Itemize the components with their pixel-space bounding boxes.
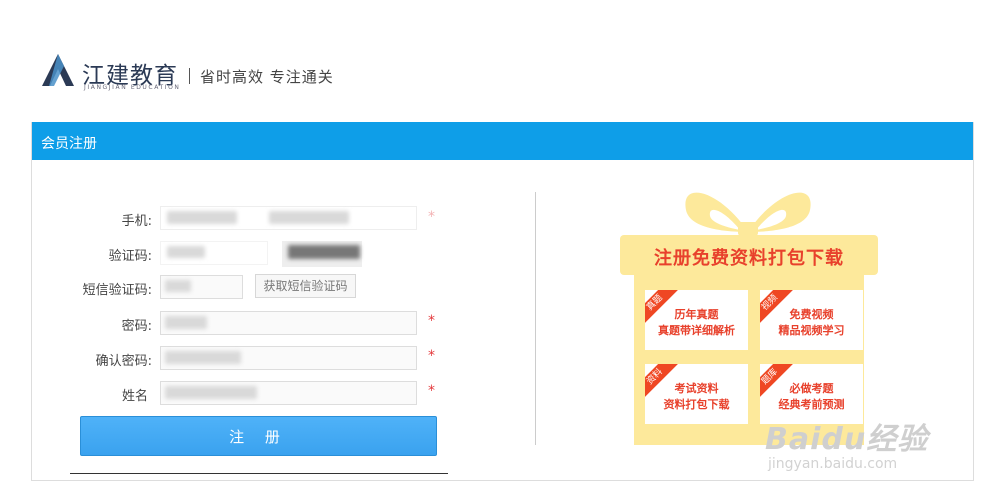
redacted-text [167, 211, 237, 224]
captcha-image-content [288, 245, 360, 259]
password-input[interactable] [160, 311, 417, 335]
card-line: 精品视频学习 [778, 324, 845, 337]
redacted-text [269, 211, 349, 224]
name-required-mark: * [428, 383, 435, 399]
slogan: 省时高效 专注通关 [200, 68, 334, 86]
confirm-password-input[interactable] [160, 346, 417, 370]
get-sms-code-button[interactable]: 获取短信验证码 [255, 274, 356, 298]
baidu-watermark: Baidu经验 jingyan.baidu.com [765, 414, 929, 472]
card-line: 经典考前预测 [778, 398, 845, 411]
register-button[interactable]: 注 册 [80, 416, 437, 456]
promo-card-materials[interactable]: 资料 考试资料 资料打包下载 [645, 364, 748, 424]
watermark-url: jingyan.baidu.com [768, 456, 898, 472]
redacted-text [165, 386, 257, 399]
captcha-input[interactable] [160, 241, 268, 265]
code-row: 验证码: [0, 241, 152, 267]
phone-label: 手机: [121, 214, 152, 229]
card-line: 考试资料 [674, 382, 719, 395]
redacted-text [165, 280, 191, 292]
brand-subtitle: JIANGJIAN EDUCATION [84, 84, 181, 91]
promo-title: 注册免费资料打包下载 [654, 248, 844, 269]
password-row: 密码: [0, 311, 152, 337]
password-required-mark: * [428, 313, 435, 329]
card-line: 历年真题 [674, 308, 719, 321]
sms-code-label: 短信验证码: [82, 283, 152, 298]
promo-card-past-papers[interactable]: 真题 历年真题 真题带详细解析 [645, 290, 748, 350]
password-label: 密码: [121, 319, 152, 334]
gift-bow-icon [685, 192, 811, 236]
card-line: 免费视频 [789, 308, 834, 321]
phone-row: 手机: [0, 206, 152, 232]
panel-title: 会员注册 [41, 136, 97, 152]
form-bottom-line [70, 473, 448, 474]
card-line: 必做考题 [789, 382, 834, 395]
header-divider [189, 68, 190, 84]
code-label: 验证码: [108, 249, 152, 264]
captcha-image[interactable] [282, 241, 362, 267]
redacted-text [165, 316, 207, 329]
redacted-text [167, 246, 205, 258]
name-input[interactable] [160, 381, 417, 405]
promo-gift-box[interactable]: 注册免费资料打包下载 真题 历年真题 真题带详细解析 视频 免费视频 精品视频学… [620, 180, 878, 445]
phone-input[interactable] [160, 206, 417, 230]
card-line: 真题带详细解析 [658, 324, 735, 337]
confirm-password-row: 确认密码: [0, 346, 152, 372]
site-logo[interactable]: 江建教育 JIANGJIAN EDUCATION 省时高效 专注通关 [38, 52, 358, 92]
panel-header: 会员注册 [32, 122, 973, 160]
sms-code-input[interactable] [160, 275, 243, 299]
watermark-brand: Baidu经验 [765, 422, 929, 457]
phone-required-mark: * [428, 209, 435, 225]
logo-mark-icon [42, 54, 74, 86]
confirm-password-required-mark: * [428, 348, 435, 364]
vertical-separator [535, 192, 536, 445]
name-row: 姓名 [0, 381, 148, 407]
sms-code-row: 短信验证码: [0, 275, 152, 301]
card-line: 资料打包下载 [663, 398, 730, 411]
confirm-password-label: 确认密码: [95, 354, 152, 369]
name-label: 姓名 [121, 389, 148, 404]
promo-card-videos[interactable]: 视频 免费视频 精品视频学习 [760, 290, 863, 350]
redacted-text [165, 351, 241, 364]
